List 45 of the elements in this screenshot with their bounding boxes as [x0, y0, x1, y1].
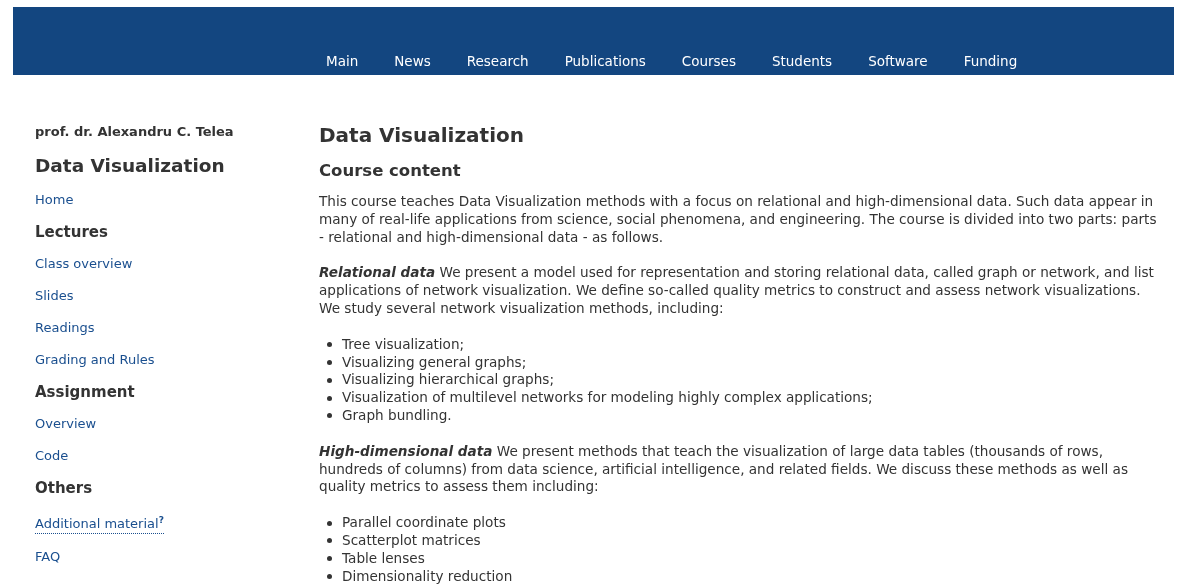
- bullet-icon: [327, 377, 332, 383]
- paragraph: This course teaches Data Visualization methods with a focus on relational and high-dimensional data. Such data appear in many of real-life applications from science, social phenomena, and engineering. The course is divided into two parts: parts - relational and high-dimensional data - as follows.: [319, 193, 1158, 247]
- bullet-icon: [327, 556, 332, 562]
- sidebar-link[interactable]: Readings: [35, 319, 95, 337]
- list-item: Parallel coordinate plots: [342, 514, 506, 532]
- list-item: Dimensionality reduction: [342, 567, 513, 585]
- nav-link[interactable]: Publications: [546, 52, 664, 70]
- nav-link[interactable]: Courses: [663, 52, 754, 70]
- nav-link[interactable]: Students: [753, 52, 851, 70]
- sidebar-link[interactable]: Class overview: [35, 255, 133, 273]
- nav-link[interactable]: News: [376, 52, 449, 70]
- sidebar-link[interactable]: FAQ: [35, 548, 61, 567]
- bullet-icon: [327, 359, 332, 365]
- sidebar-link[interactable]: Code: [35, 447, 69, 465]
- list-item: Tree visualization;: [342, 335, 465, 354]
- nav-link[interactable]: Funding: [945, 52, 1036, 70]
- bullet-icon: [327, 538, 332, 544]
- list-item: Visualization of multilevel networks for modeling highly complex applications;: [342, 389, 873, 407]
- list-item: Visualizing general graphs;: [342, 353, 527, 372]
- nav-link[interactable]: Research: [448, 52, 547, 70]
- list-item: Visualizing hierarchical graphs;: [342, 371, 555, 390]
- section-title: Course content: [319, 161, 462, 181]
- bullet-icon: [327, 520, 332, 526]
- paragraph: High-dimensional data We present methods that teach the visualization of large data tables (thousands of rows, hundreds of columns) from data science, artificial intelligence, and related fields. We discuss these methods as well as quality metrics to assess them including:: [319, 442, 1129, 497]
- author-name: prof. dr. Alexandru C. Telea: [35, 123, 235, 141]
- list-item: Scatterplot matrices: [342, 531, 481, 550]
- sidebar-heading: Lectures: [35, 223, 109, 241]
- sidebar-heading: Others: [35, 479, 94, 497]
- bullet-icon: [327, 573, 332, 579]
- list-item: Table lenses: [342, 549, 425, 568]
- bullet-icon: [327, 342, 332, 348]
- list-item: Graph bundling.: [342, 406, 452, 425]
- bullet-icon: [327, 413, 332, 419]
- paragraph: Relational data We present a model used for representation and storing relational data, called graph or network, and list applications of network visualization. We define so-called quality metrics to construct and assess network visualizations. We study several network visualization methods, including:: [319, 264, 1155, 318]
- sidebar-link[interactable]: Grading and Rules: [35, 351, 155, 369]
- sidebar-title: Data Visualization: [35, 154, 226, 178]
- nav-link[interactable]: Software: [850, 52, 946, 70]
- sidebar-link[interactable]: Overview: [35, 415, 97, 433]
- sidebar-link[interactable]: Home: [35, 191, 74, 209]
- bullet-icon: [327, 395, 332, 401]
- sidebar-link[interactable]: Additional material$^{?}$: [35, 511, 164, 535]
- nav-link[interactable]: Main: [317, 52, 377, 70]
- page-title: Data Visualization: [319, 123, 525, 147]
- sidebar-heading: Assignment: [35, 383, 136, 401]
- sidebar-link[interactable]: Slides: [35, 287, 74, 305]
